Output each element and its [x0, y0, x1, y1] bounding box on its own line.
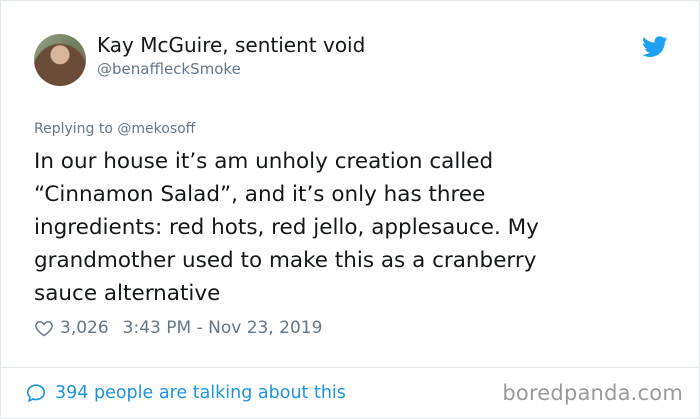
author-name[interactable]: Kay McGuire, sentient void: [97, 33, 365, 57]
divider: [1, 367, 699, 368]
avatar[interactable]: [34, 34, 86, 86]
heart-outline-icon[interactable]: [34, 318, 54, 338]
replying-to: Replying to @mekosoff: [34, 121, 195, 137]
tweet-card: Kay McGuire, sentient void @benaffleckSm…: [0, 0, 700, 419]
tweet-text: In our house it’s am unholy creation cal…: [34, 149, 539, 306]
conversation-link[interactable]: 394 people are talking about this: [25, 382, 346, 404]
replying-prefix: Replying to: [34, 121, 118, 137]
tweet-timestamp[interactable]: 3:43 PM - Nov 23, 2019: [123, 318, 323, 338]
speech-bubble-icon: [26, 384, 46, 403]
conversation-count-text[interactable]: 394 people are talking about this: [55, 383, 346, 403]
twitter-bird-icon[interactable]: [642, 36, 668, 58]
tweet-meta: 3,026 3:43 PM - Nov 23, 2019: [34, 318, 322, 338]
replying-to-handle[interactable]: @mekosoff: [117, 121, 195, 137]
source-watermark: boredpanda.com: [502, 381, 683, 405]
author-handle[interactable]: @benaffleckSmoke: [97, 60, 241, 78]
like-count[interactable]: 3,026: [60, 318, 109, 338]
